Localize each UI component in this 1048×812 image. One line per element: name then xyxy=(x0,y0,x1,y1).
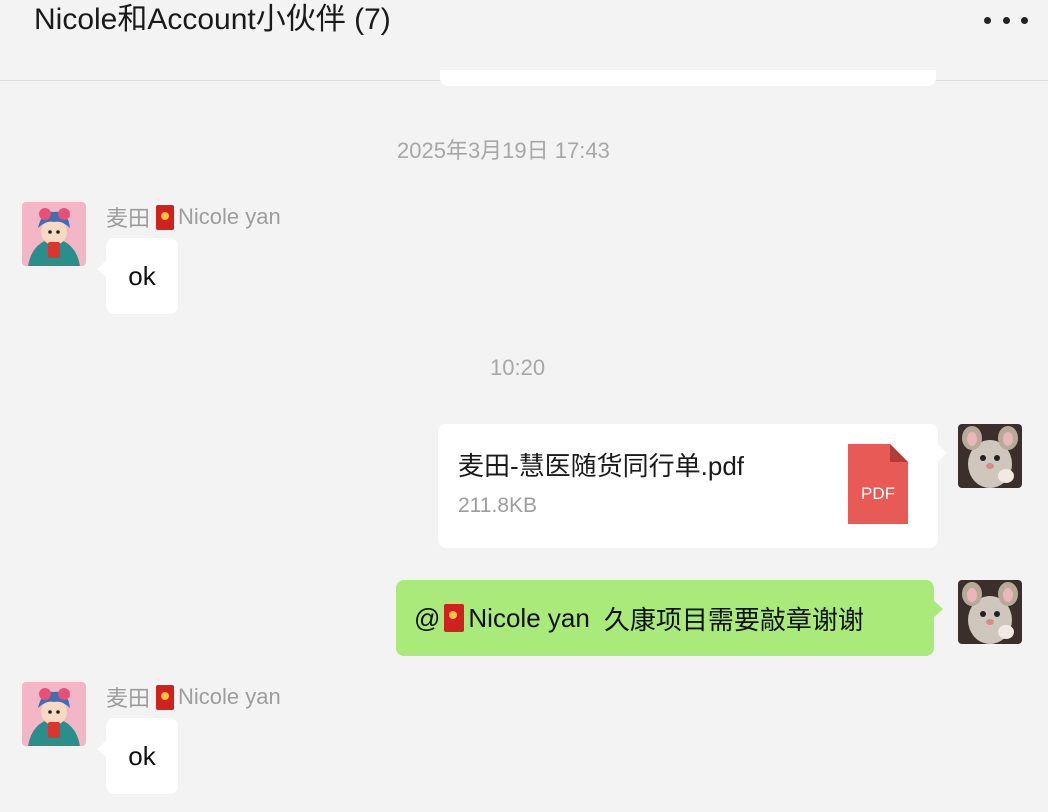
chat-header: Nicole和Account小伙伴 (7) xyxy=(0,0,1048,81)
message-bubble[interactable]: ok xyxy=(97,238,178,314)
timestamp: 10:20 xyxy=(490,355,546,380)
more-icon[interactable] xyxy=(984,8,1028,32)
red-envelope-icon xyxy=(444,604,465,632)
message-text: ok xyxy=(128,260,156,291)
file-name: 麦田-慧医随货同行单.pdf xyxy=(458,451,745,481)
sender-name: 麦田 Nicole yan xyxy=(106,201,281,233)
red-envelope-icon xyxy=(156,684,175,710)
self-avatar[interactable] xyxy=(958,424,1022,488)
message-text: ok xyxy=(128,740,156,771)
sender-avatar[interactable] xyxy=(22,682,86,746)
sender-name-text: 麦田 xyxy=(106,686,151,711)
file-message-card[interactable]: 麦田-慧医随货同行单.pdf 211.8KB PDF xyxy=(438,424,947,548)
message-bubble-self[interactable]: @ Nicole yan 久康项目需要敲章谢谢 xyxy=(396,580,943,656)
mention-at: @ xyxy=(414,602,441,633)
sender-name-text: 麦田 xyxy=(106,206,151,231)
self-avatar[interactable] xyxy=(958,580,1022,644)
sender-name-suffix: Nicole yan xyxy=(178,204,281,229)
timestamp: 2025年3月19日 17:43 xyxy=(397,138,610,163)
red-envelope-icon xyxy=(156,204,175,230)
sender-avatar[interactable] xyxy=(22,202,86,266)
sender-name-suffix: Nicole yan xyxy=(178,684,281,709)
pdf-file-icon: PDF xyxy=(848,444,908,524)
message-text: 久康项目需要敲章谢谢 xyxy=(603,604,864,635)
previous-message-bubble xyxy=(440,70,936,86)
pdf-badge-label: PDF xyxy=(861,484,895,503)
chat-title: Nicole和Account小伙伴 (7) xyxy=(34,3,391,36)
file-size: 211.8KB xyxy=(458,494,538,517)
sender-name: 麦田 Nicole yan xyxy=(106,681,281,713)
mention-name: Nicole yan xyxy=(468,602,590,633)
message-bubble[interactable]: ok xyxy=(97,718,178,794)
